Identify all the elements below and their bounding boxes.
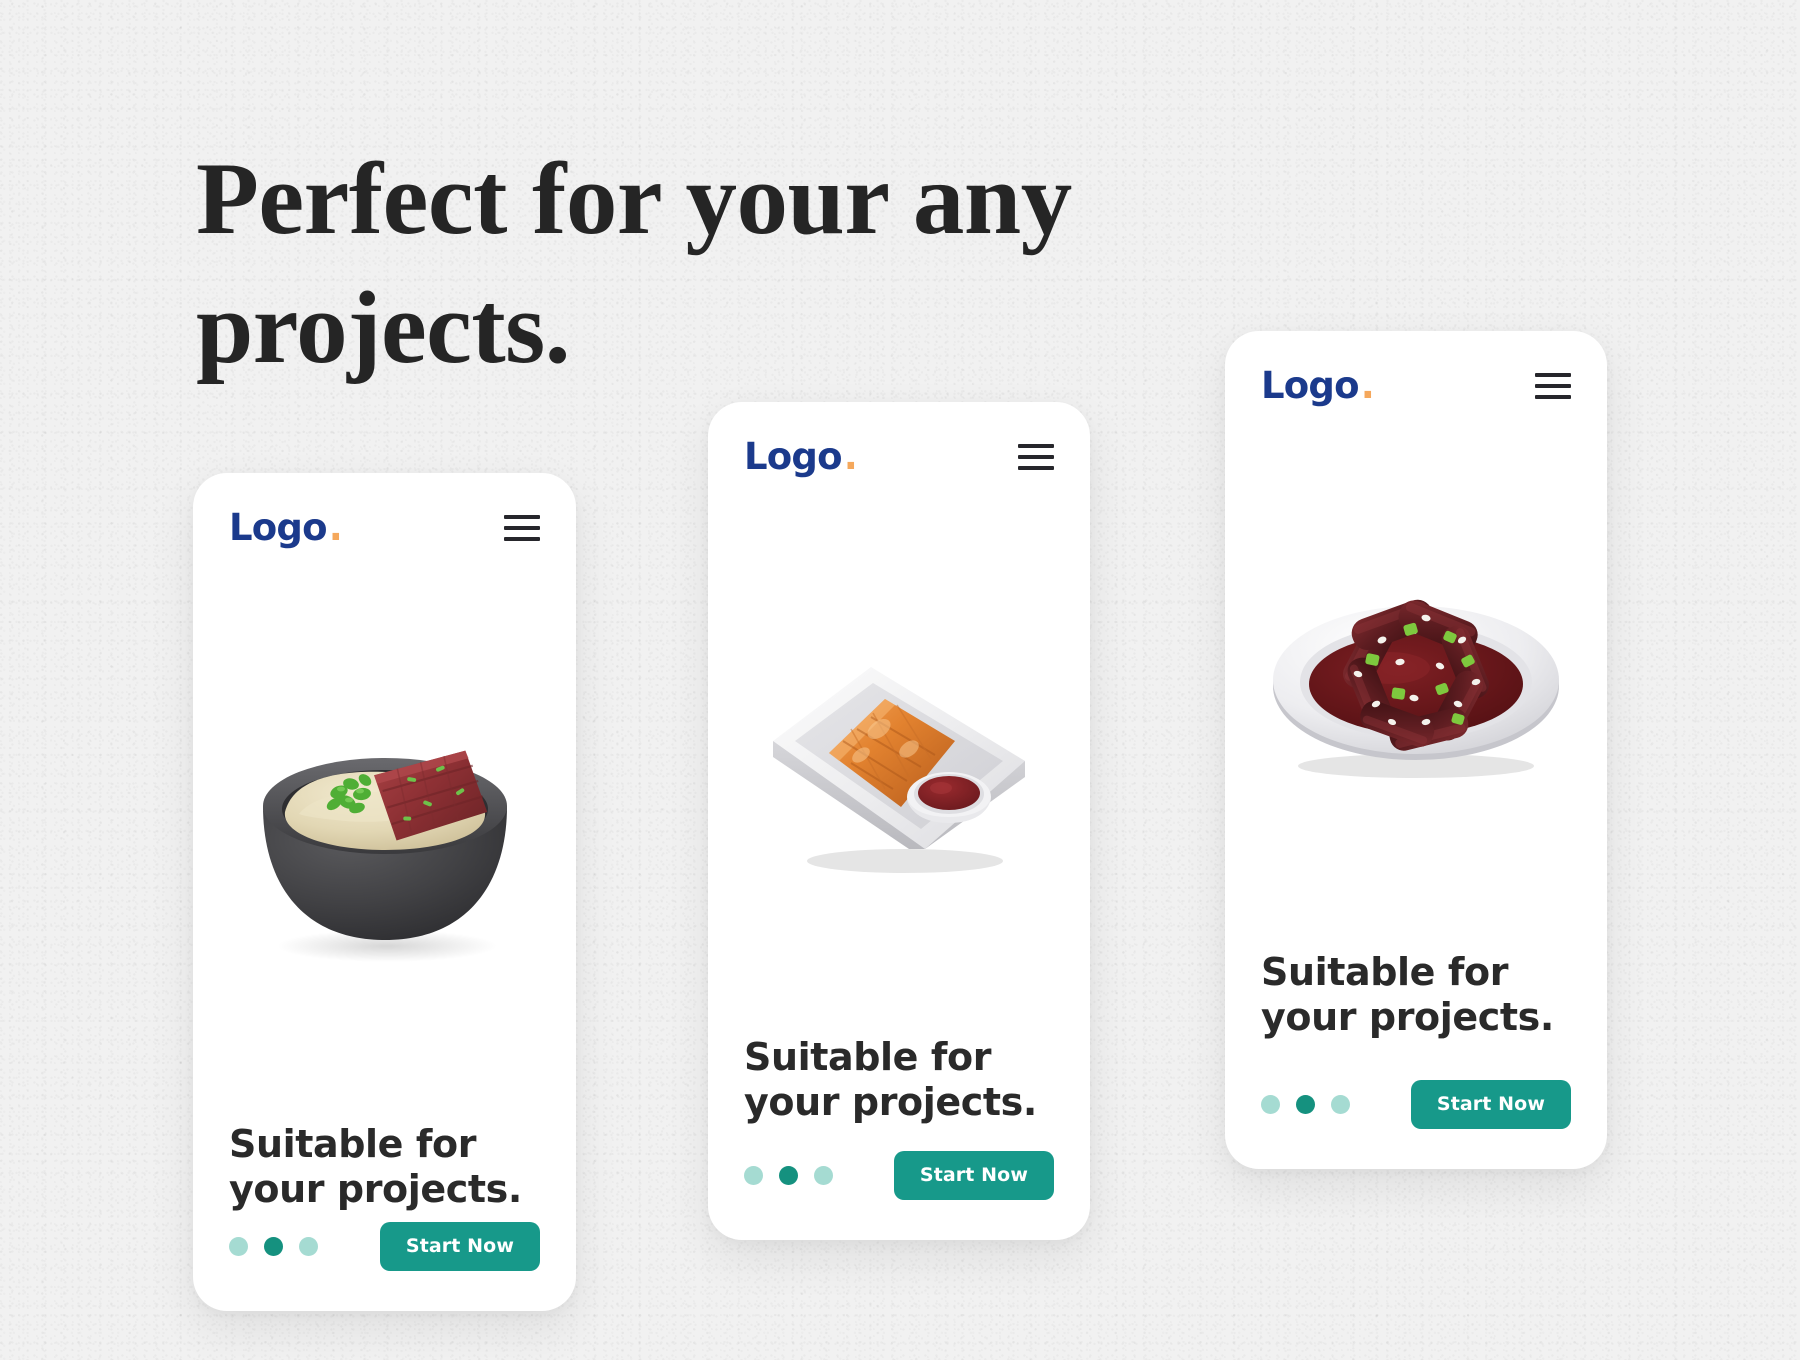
start-now-button[interactable]: Start Now (1410, 1080, 1571, 1129)
carousel-dot-3[interactable] (814, 1166, 833, 1185)
hamburger-bar (1018, 454, 1054, 459)
logo-text: Logo (229, 506, 328, 549)
logo-dot: . (1360, 364, 1375, 407)
card-headline: Suitable for your projects. (1261, 950, 1554, 1040)
app-header: Logo. (193, 473, 576, 546)
hamburger-bar (504, 514, 540, 519)
hamburger-menu-icon[interactable] (1535, 372, 1571, 399)
carousel-dot-1[interactable] (229, 1237, 248, 1256)
app-header: Logo. (708, 402, 1090, 475)
logo-text: Logo (1261, 364, 1360, 407)
hamburger-bar (1535, 383, 1571, 388)
hamburger-bar (1018, 465, 1054, 470)
carousel-dots (1261, 1095, 1350, 1114)
card-footer: Start Now (708, 1151, 1090, 1240)
carousel-dot-1[interactable] (744, 1166, 763, 1185)
card-headline: Suitable for your projects. (229, 1122, 522, 1212)
hamburger-bar (504, 536, 540, 541)
hamburger-bar (1018, 443, 1054, 448)
carousel-dot-1[interactable] (1261, 1095, 1280, 1114)
app-header: Logo. (1225, 331, 1607, 404)
hamburger-menu-icon[interactable] (504, 514, 540, 541)
carousel-dot-2-active[interactable] (779, 1166, 798, 1185)
logo-text: Logo (744, 435, 843, 478)
card-footer: Start Now (193, 1222, 576, 1311)
hero-image-bowl (193, 556, 576, 1122)
plate-illustration (1273, 599, 1559, 779)
hero-image-tray (708, 479, 1090, 1035)
hamburger-bar (1535, 372, 1571, 377)
tray-illustration (773, 667, 1025, 874)
page-title: Perfect for your any projects. (196, 142, 1072, 385)
card-footer: Start Now (1225, 1080, 1607, 1169)
logo[interactable]: Logo. (229, 506, 343, 549)
hero-image-plate (1225, 400, 1607, 950)
carousel-dots (744, 1166, 833, 1185)
bowl-illustration (262, 750, 507, 963)
carousel-dot-2-active[interactable] (1296, 1095, 1315, 1114)
card-headline: Suitable for your projects. (744, 1035, 1037, 1125)
hamburger-bar (1535, 394, 1571, 399)
logo[interactable]: Logo. (1261, 364, 1375, 407)
logo[interactable]: Logo. (744, 435, 858, 478)
phone-mockup-card-1: Logo. Suitable for your projects. Start … (193, 473, 576, 1311)
start-now-button[interactable]: Start Now (893, 1151, 1054, 1200)
hamburger-bar (504, 525, 540, 530)
carousel-dot-3[interactable] (299, 1237, 318, 1256)
logo-dot: . (843, 435, 858, 478)
carousel-dot-3[interactable] (1331, 1095, 1350, 1114)
start-now-button[interactable]: Start Now (379, 1222, 540, 1271)
phone-mockup-card-2: Logo. Suitable for your projects. Start … (708, 402, 1090, 1240)
hamburger-menu-icon[interactable] (1018, 443, 1054, 470)
carousel-dots (229, 1237, 318, 1256)
logo-dot: . (328, 506, 343, 549)
carousel-dot-2-active[interactable] (264, 1237, 283, 1256)
phone-mockup-card-3: Logo. Suitable for your projects. Start … (1225, 331, 1607, 1169)
